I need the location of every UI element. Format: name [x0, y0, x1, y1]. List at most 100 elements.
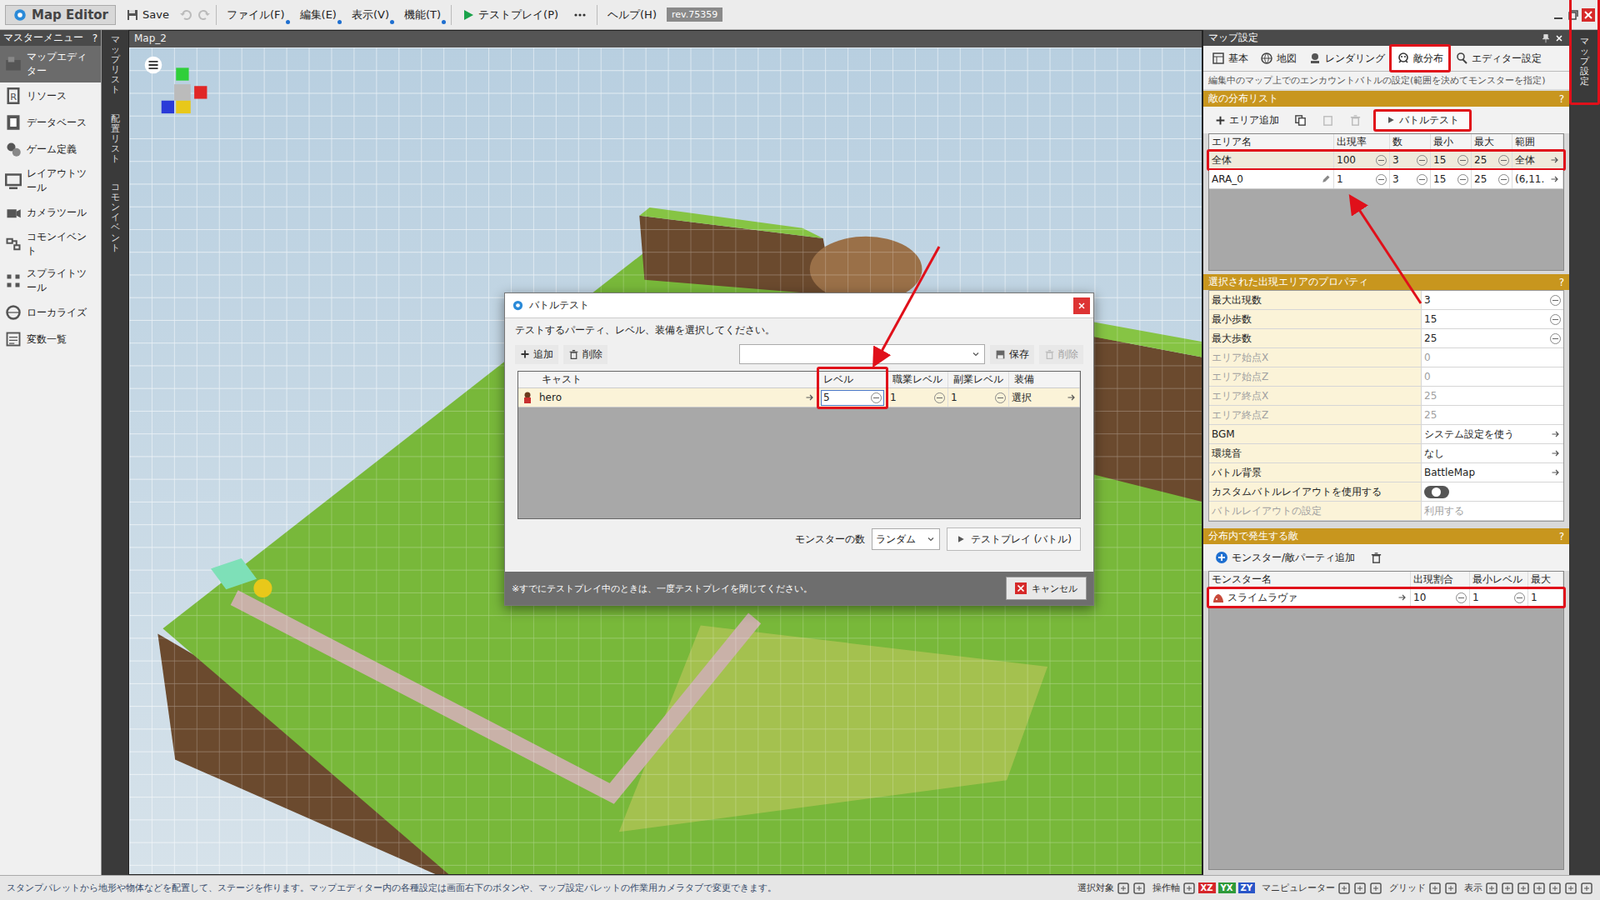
panel-tab[interactable]: 敵分布: [1391, 45, 1449, 71]
trash-icon: [1370, 551, 1383, 565]
sidebar-item[interactable]: コモンイベント: [0, 225, 101, 263]
axis-button[interactable]: YX: [1218, 882, 1236, 894]
axis-button[interactable]: ZY: [1238, 882, 1256, 894]
help-button[interactable]: ?: [1559, 530, 1565, 543]
close-icon: [1076, 300, 1087, 311]
property-value[interactable]: 25: [1424, 332, 1437, 345]
sidebar-item[interactable]: Rリソース: [0, 82, 101, 110]
property-value[interactable]: BattleMap: [1424, 466, 1475, 479]
cell-text: 全体: [1515, 153, 1535, 168]
dialog-options: モンスターの数ランダムテストプレイ (バトル): [505, 519, 1094, 560]
spin-icon[interactable]: [995, 392, 1006, 404]
sidebar-item[interactable]: データベース: [0, 109, 101, 136]
spin-icon[interactable]: [1455, 592, 1467, 604]
toolbar: Map Editor Save ファイル(F)編集(E)表示(V)機能(T) テストプ…: [0, 0, 1600, 30]
panel-tab[interactable]: レンダリング: [1303, 45, 1390, 71]
spin-icon[interactable]: [1498, 155, 1510, 166]
table-header: モンスター名出現割合最小レベル最大: [1209, 571, 1564, 589]
spin-icon[interactable]: [1550, 333, 1561, 345]
play-icon: [461, 8, 475, 22]
sidebar-item[interactable]: マップエディター: [0, 45, 101, 83]
property-value[interactable]: なし: [1424, 446, 1445, 461]
spin-icon[interactable]: [1498, 174, 1510, 185]
sidebar-item[interactable]: レイアウトツール: [0, 162, 101, 200]
spin-icon[interactable]: [1375, 174, 1387, 185]
save-button[interactable]: Save: [120, 5, 175, 25]
spin-icon[interactable]: [1375, 155, 1387, 166]
add-button[interactable]: 追加: [515, 345, 559, 365]
monster-count-select[interactable]: ランダム: [871, 528, 940, 550]
add-area-button[interactable]: エリア追加: [1210, 110, 1285, 130]
table-row[interactable]: スライムラヴァ1011: [1209, 588, 1564, 608]
sidebar-item[interactable]: カメラツール: [0, 199, 101, 226]
table-row[interactable]: 全体10031525全体: [1209, 150, 1564, 170]
delete-button[interactable]: 削除: [563, 345, 608, 365]
panel-tab[interactable]: エディター設定: [1450, 45, 1547, 71]
axis-button[interactable]: XZ: [1198, 882, 1216, 894]
table-row[interactable]: ARA_0131525(6,11.: [1209, 170, 1564, 190]
menu-item[interactable]: 編集(E): [295, 5, 342, 25]
dialog-footer: ※すでにテストプレイ中のときは、一度テストプレイを閉じてください。キャンセル: [505, 571, 1094, 605]
add-monster-button[interactable]: モンスター/敵パーティ追加: [1210, 548, 1360, 568]
spin-icon[interactable]: [1457, 174, 1469, 185]
help-menu[interactable]: ヘルプ(H): [602, 5, 662, 25]
property-value: 0: [1424, 370, 1431, 383]
delete-button[interactable]: [1365, 549, 1388, 567]
help-button[interactable]: ?: [1559, 276, 1565, 289]
sidebar-item[interactable]: スプライトツール: [0, 262, 101, 300]
map-tab-label[interactable]: Map_2: [134, 32, 167, 45]
map-settings-tab[interactable]: マップ設定: [1569, 30, 1600, 875]
paste-icon: [1321, 114, 1335, 127]
spin-icon[interactable]: [1416, 174, 1428, 185]
add-monster-label: モンスター/敵パーティ追加: [1231, 550, 1355, 565]
battle-test-button[interactable]: バトルテスト: [1375, 110, 1470, 131]
cell-text: 1: [1472, 591, 1480, 604]
scene-menu-button[interactable]: [144, 55, 163, 77]
menu-item[interactable]: 表示(V): [346, 5, 395, 25]
sidebar-item[interactable]: ローカライズ: [0, 299, 101, 326]
more-button[interactable]: [568, 5, 592, 25]
property-value[interactable]: システム設定を使う: [1424, 427, 1515, 442]
sidebar-item[interactable]: ゲーム定義: [0, 135, 101, 163]
panel-tab[interactable]: 基本: [1206, 45, 1254, 71]
save-icon: [995, 349, 1006, 360]
side-tab[interactable]: 配置リスト: [110, 114, 120, 165]
menu-item[interactable]: 機能(T): [399, 5, 446, 25]
property-value[interactable]: 3: [1424, 294, 1431, 306]
sidebar-label: リソース: [26, 89, 67, 104]
table-row[interactable]: hero511選択: [518, 388, 1080, 408]
spin-icon[interactable]: [1550, 295, 1561, 306]
menu-icon: [5, 304, 22, 321]
delete-button: [1344, 111, 1367, 130]
app-title: Map Editor: [31, 7, 109, 23]
level-input[interactable]: 5: [820, 390, 885, 406]
side-tab[interactable]: マップリスト: [110, 35, 120, 96]
dialog-title: バトルテスト: [529, 298, 590, 313]
close-button[interactable]: [1073, 297, 1090, 315]
help-button[interactable]: ?: [92, 32, 98, 45]
spin-icon[interactable]: [1514, 592, 1525, 604]
redo-icon: [197, 8, 211, 22]
toggle-switch[interactable]: [1424, 485, 1450, 499]
save-party-button[interactable]: 保存: [990, 345, 1035, 365]
panel-tab[interactable]: 地図: [1255, 45, 1302, 71]
spin-icon[interactable]: [934, 392, 945, 404]
menu-item[interactable]: ファイル(F): [221, 5, 290, 25]
property-value[interactable]: 15: [1424, 313, 1437, 325]
cancel-button[interactable]: キャンセル: [1005, 576, 1087, 600]
enemy-table: モンスター名出現割合最小レベル最大スライムラヴァ1011: [1208, 570, 1565, 870]
column-header: 最小: [1433, 135, 1454, 150]
help-button[interactable]: ?: [1559, 93, 1565, 105]
column-header: 最大: [1530, 572, 1551, 587]
testplay-button[interactable]: テストプレイ(P): [456, 5, 564, 25]
property-row: 最大歩数25: [1209, 329, 1564, 349]
side-tab[interactable]: コモンイベント: [110, 182, 120, 254]
party-select[interactable]: [739, 344, 985, 365]
sidebar-item[interactable]: 変数一覧: [0, 325, 101, 353]
testplay-battle-button[interactable]: テストプレイ (バトル): [946, 527, 1081, 551]
add-area-label: エリア追加: [1229, 113, 1280, 128]
spin-icon[interactable]: [1550, 314, 1561, 325]
copy-button[interactable]: [1289, 111, 1312, 130]
spin-icon[interactable]: [1457, 155, 1469, 166]
spin-icon[interactable]: [1416, 155, 1428, 166]
